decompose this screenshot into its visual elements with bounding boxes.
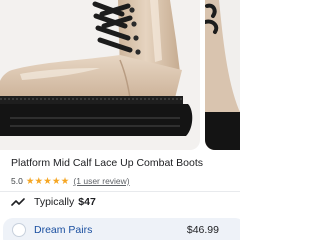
star-rating-icon: ★★★★★ — [25, 175, 70, 187]
offer-price: $46.99 — [186, 224, 219, 236]
boot-image-next — [205, 0, 240, 150]
typical-label: Typically — [34, 196, 75, 208]
store-name-link[interactable]: Dream Pairs — [34, 224, 92, 236]
review-count-link[interactable]: (1 user review) — [73, 176, 129, 186]
typical-price: $47 — [78, 196, 96, 208]
product-photo-main[interactable] — [0, 0, 200, 150]
rating-row: 5.0 ★★★★★ (1 user review) — [11, 175, 130, 187]
boot-image — [0, 0, 193, 136]
price-insight-row[interactable]: Typically $47 — [11, 193, 96, 211]
price-trend-icon — [11, 196, 26, 208]
store-offer-card[interactable]: Dream Pairs $46.99 — [3, 218, 240, 240]
rating-value: 5.0 — [11, 176, 23, 186]
product-detail-page: Platform Mid Calf Lace Up Combat Boots 5… — [0, 0, 240, 240]
product-photo-next[interactable] — [205, 0, 240, 150]
product-image-carousel[interactable] — [0, 0, 240, 150]
store-logo-icon — [12, 223, 26, 237]
section-divider — [0, 191, 240, 192]
product-title: Platform Mid Calf Lace Up Combat Boots — [11, 157, 203, 169]
